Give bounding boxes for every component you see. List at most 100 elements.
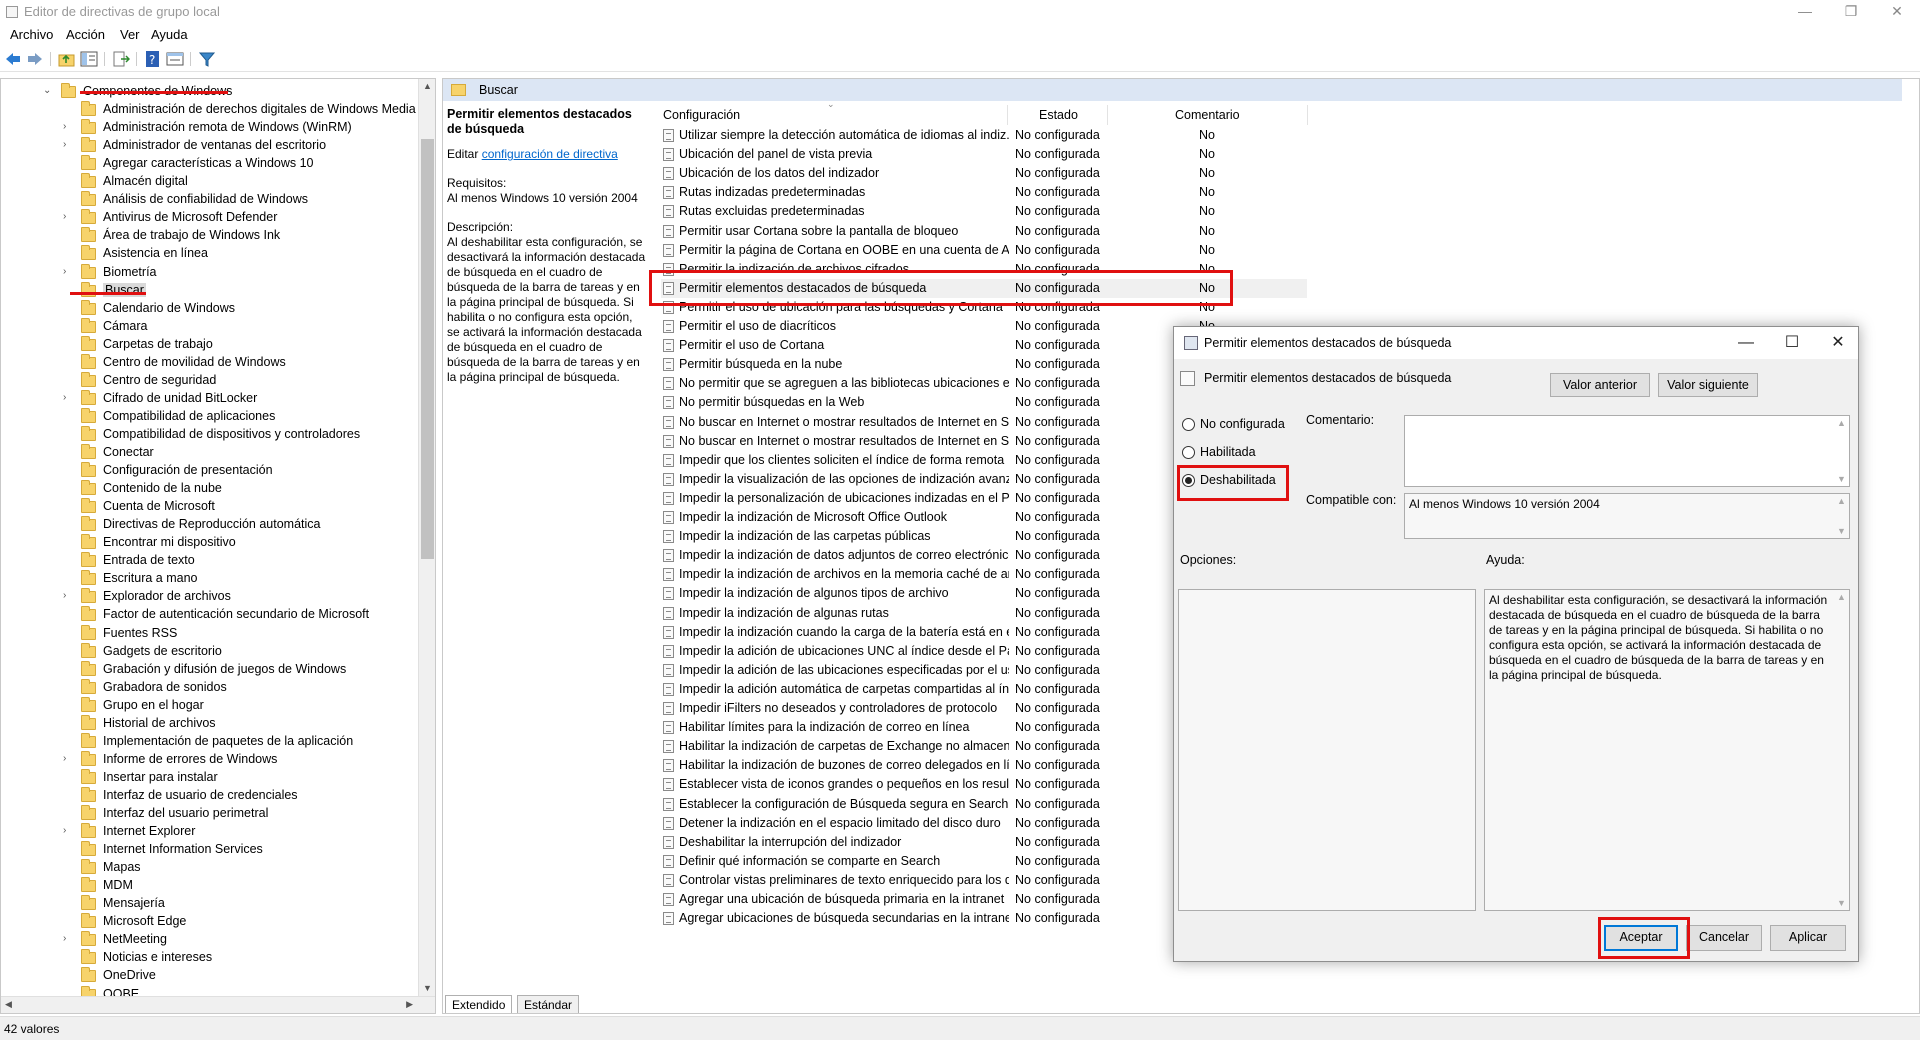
back-arrow-icon[interactable] [4,51,22,67]
forward-arrow-icon[interactable] [26,51,44,67]
next-setting-button[interactable]: Valor siguiente [1658,373,1758,397]
column-estado[interactable]: Estado [1039,108,1078,128]
expand-chevron-icon[interactable]: › [63,139,73,150]
tree-item[interactable]: Interfaz de usuario de credenciales [1,786,421,805]
tree-item[interactable]: Interfaz del usuario perimetral [1,805,421,823]
tree-item[interactable]: Asistencia en línea [1,245,421,263]
tree-item[interactable]: Agregar características a Windows 10 [1,155,421,173]
column-comentario[interactable]: Comentario [1175,108,1240,128]
close-icon[interactable]: ✕ [1874,0,1920,24]
policy-row[interactable]: Rutas excluidas predeterminadas No config… [661,202,1307,221]
expand-chevron-icon[interactable]: › [63,211,73,222]
tree-item[interactable]: Configuración de presentación [1,462,421,480]
show-hide-tree-icon[interactable] [80,51,98,67]
tree-item[interactable]: Compatibilidad de dispositivos y control… [1,425,421,444]
policy-row[interactable]: Ubicación de los datos del indizador No c… [661,164,1307,183]
tree-item[interactable]: Carpetas de trabajo [1,335,421,354]
tree-item[interactable]: Noticias e intereses [1,949,421,967]
restore-icon[interactable]: ❐ [1828,0,1874,24]
tree-item[interactable]: Fuentes RSS [1,624,421,643]
comment-scrollbar[interactable]: ▲ ▼ [1835,416,1849,486]
export-list-icon[interactable] [112,51,130,67]
tree-item[interactable]: Entrada de texto [1,552,421,570]
tree-item[interactable]: › Antivirus de Microsoft Defender [1,209,421,227]
expand-chevron-icon[interactable]: › [63,753,73,764]
tree-item[interactable]: Almacén digital [1,173,421,191]
tab-extendido[interactable]: Extendido [445,995,513,1013]
tree-item[interactable]: Buscar [1,281,421,300]
edit-policy-link[interactable]: configuración de directiva [482,147,618,161]
tree-item[interactable]: Administración de derechos digitales de … [1,101,421,119]
tree-item[interactable]: › Administrador de ventanas del escritori… [1,137,421,155]
collapse-chevron-icon[interactable]: ⌄ [43,85,53,96]
tree-item[interactable]: Compatibilidad de aplicaciones [1,407,421,426]
tree-item[interactable]: MDM [1,877,421,895]
expand-chevron-icon[interactable]: › [63,121,73,132]
tree-item[interactable]: › Administración remota de Windows (WinRM… [1,119,421,137]
filter-icon[interactable] [198,51,216,67]
column-configuracion[interactable]: Configuración [663,108,740,128]
tree-item[interactable]: Cámara [1,317,421,336]
tree-item[interactable]: Centro de movilidad de Windows [1,353,421,372]
tree-item[interactable]: › Biometría [1,263,421,282]
comment-textarea[interactable]: ▲ ▼ [1404,415,1850,487]
tree-horizontal-scrollbar[interactable]: ◀ ▶ [1,996,435,1013]
tree-item[interactable]: Cuenta de Microsoft [1,498,421,516]
compatible-scrollbar[interactable]: ▲ ▼ [1835,494,1849,538]
up-folder-icon[interactable] [58,51,76,67]
expand-chevron-icon[interactable]: › [63,392,73,403]
apply-button[interactable]: Aplicar [1770,925,1846,951]
menu-accion[interactable]: Acción [66,27,105,42]
dialog-close-icon[interactable]: ✕ [1824,331,1852,355]
tree-item[interactable]: Grupo en el hogar [1,696,421,715]
tree-item[interactable]: Insertar para instalar [1,768,421,787]
expand-chevron-icon[interactable]: › [63,590,73,601]
tab-estandar[interactable]: Estándar [517,995,580,1013]
tree-item[interactable]: › Informe de errores de Windows [1,750,421,769]
previous-setting-button[interactable]: Valor anterior [1550,373,1650,397]
column-separator[interactable] [1107,105,1108,125]
radio-circle-icon[interactable] [1182,446,1195,459]
scroll-right-icon[interactable]: ▶ [406,999,413,1010]
cancel-button[interactable]: Cancelar [1686,925,1762,951]
tree-item[interactable]: Contenido de la nube [1,480,421,498]
tree-item[interactable]: › Explorador de archivos [1,588,421,606]
menu-ver[interactable]: Ver [120,27,140,42]
expand-chevron-icon[interactable]: › [63,825,73,836]
tree-item[interactable]: › Cifrado de unidad BitLocker [1,389,421,408]
tree-item[interactable]: OneDrive [1,967,421,985]
tree-item[interactable]: Microsoft Edge [1,913,421,931]
policy-row[interactable]: Permitir usar Cortana sobre la pantalla … [661,222,1307,241]
tree-vertical-scrollbar[interactable]: ▲ ▼ [418,79,435,1013]
dialog-minimize-icon[interactable]: — [1732,331,1760,355]
tree-item[interactable]: Mapas [1,859,421,877]
column-separator[interactable] [1007,105,1008,125]
tree-scroll-thumb[interactable] [421,139,434,559]
tree-item[interactable]: Área de trabajo de Windows Ink [1,227,421,245]
tree-item[interactable]: Mensajería [1,895,421,913]
minimize-icon[interactable]: — [1782,0,1828,24]
tree-item[interactable]: Conectar [1,444,421,462]
tree-item[interactable]: Grabadora de sonidos [1,678,421,697]
tree-item[interactable]: Calendario de Windows [1,299,421,318]
radio-circle-icon[interactable] [1182,418,1195,431]
scroll-down-icon[interactable]: ▼ [423,983,432,993]
tree-item[interactable]: Directivas de Reproducción automática [1,516,421,534]
policy-row[interactable]: Permitir la página de Cortana en OOBE en… [661,241,1307,260]
tree-item[interactable]: › Internet Explorer [1,823,421,841]
tree-item[interactable]: Análisis de confiabilidad de Windows [1,191,421,209]
tree-item[interactable]: Historial de archivos [1,714,421,733]
policy-row[interactable]: Utilizar siempre la detección automática… [661,126,1307,145]
tree-item[interactable]: Factor de autenticación secundario de Mi… [1,606,421,624]
tree-item[interactable]: Implementación de paquetes de la aplicac… [1,732,421,751]
help-icon[interactable]: ? [144,51,162,67]
menu-ayuda[interactable]: Ayuda [151,27,188,42]
scroll-up-icon[interactable]: ▲ [423,81,432,91]
tree-item[interactable]: Grabación y difusión de juegos de Window… [1,660,421,679]
policy-row[interactable]: Rutas indizadas predeterminadas No config… [661,183,1307,202]
menu-archivo[interactable]: Archivo [10,27,53,42]
policy-row[interactable]: Ubicación del panel de vista previa No co… [661,145,1307,164]
column-separator[interactable] [1307,105,1308,125]
tree-item[interactable]: Gadgets de escritorio [1,642,421,661]
scroll-left-icon[interactable]: ◀ [5,999,12,1010]
